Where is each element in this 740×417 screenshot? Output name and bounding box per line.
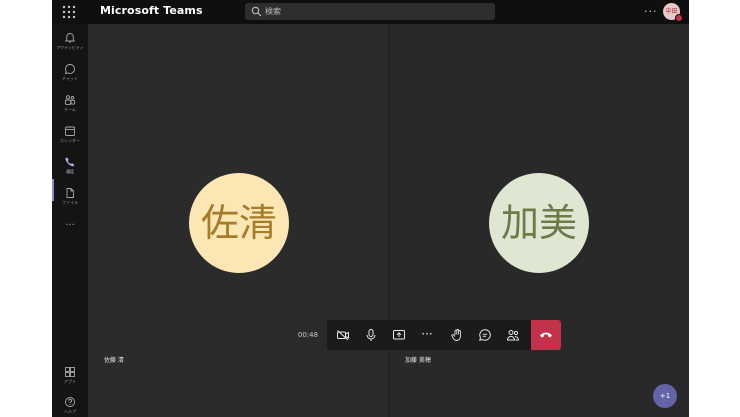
file-icon (66, 188, 74, 198)
rail-item-files[interactable]: ファイル (52, 185, 88, 215)
help-icon (65, 397, 75, 407)
call-timer: 00:48 (289, 320, 327, 350)
raise-hand-icon (451, 329, 461, 341)
settings-more-button[interactable]: ··· (644, 5, 658, 18)
rail-label: チーム (64, 107, 76, 112)
call-stage: 佐清 佐藤 清 加美 加藤 美穂 00:48 ··· +1 (88, 24, 689, 417)
rail-item-help[interactable]: ヘルプ (52, 394, 88, 417)
share-screen-icon (393, 330, 405, 340)
rail-item-calls[interactable]: 通話 (52, 154, 88, 184)
search-input[interactable]: 検索 (245, 3, 495, 20)
phone-icon (65, 157, 75, 167)
app-rail: アクティビティ チャット チーム カレンダー 通話 ファイル ··· アプリ ヘ… (52, 24, 88, 417)
share-screen-button[interactable] (385, 320, 413, 350)
rail-item-activity[interactable]: アクティビティ (52, 30, 88, 60)
apps-icon (65, 367, 75, 377)
rail-label: ファイル (62, 200, 78, 205)
teams-window: Microsoft Teams 検索 ··· 中田 アクティビティ チャット チ… (52, 0, 689, 417)
call-control-bar: 00:48 ··· (289, 320, 561, 350)
search-icon (251, 6, 262, 17)
rail-item-chat[interactable]: チャット (52, 61, 88, 91)
rail-item-teams[interactable]: チーム (52, 92, 88, 122)
participant-avatar: 佐清 (189, 173, 289, 273)
rail-label: カレンダー (60, 138, 80, 143)
rail-item-calendar[interactable]: カレンダー (52, 123, 88, 153)
search-placeholder: 検索 (265, 7, 281, 16)
teams-icon (64, 95, 76, 105)
title-bar: Microsoft Teams 検索 ··· 中田 (52, 0, 689, 24)
presence-status-icon (675, 14, 683, 22)
participants-icon (506, 330, 519, 341)
participant-tile[interactable]: 加美 加藤 美穂 (389, 24, 689, 417)
overflow-participants-badge[interactable]: +1 (653, 384, 677, 408)
participant-name: 加藤 美穂 (405, 357, 431, 364)
rail-label: チャット (62, 76, 78, 81)
bell-icon (65, 33, 75, 43)
hang-up-button[interactable] (531, 320, 561, 350)
more-actions-button[interactable]: ··· (413, 320, 441, 350)
camera-off-icon (337, 330, 349, 341)
participants-button[interactable] (499, 320, 527, 350)
calendar-icon (65, 126, 75, 136)
chat-icon (479, 329, 491, 341)
participant-tile[interactable]: 佐清 佐藤 清 (88, 24, 388, 417)
rail-more-button[interactable]: ··· (52, 220, 88, 250)
rail-label: アプリ (64, 379, 76, 384)
chat-button[interactable] (471, 320, 499, 350)
app-launcher-icon[interactable] (62, 5, 76, 19)
participant-avatar: 加美 (489, 173, 589, 273)
camera-toggle-button[interactable] (329, 320, 357, 350)
chat-icon (64, 64, 75, 75)
rail-label: アクティビティ (56, 45, 84, 50)
participant-name: 佐藤 清 (104, 357, 124, 364)
microphone-button[interactable] (357, 320, 385, 350)
microphone-icon (366, 329, 376, 341)
rail-label: 通話 (66, 169, 74, 174)
rail-label: ヘルプ (64, 409, 76, 414)
raise-hand-button[interactable] (443, 320, 471, 350)
hang-up-icon (540, 332, 552, 338)
rail-item-apps[interactable]: アプリ (52, 364, 88, 394)
app-title: Microsoft Teams (100, 4, 203, 17)
